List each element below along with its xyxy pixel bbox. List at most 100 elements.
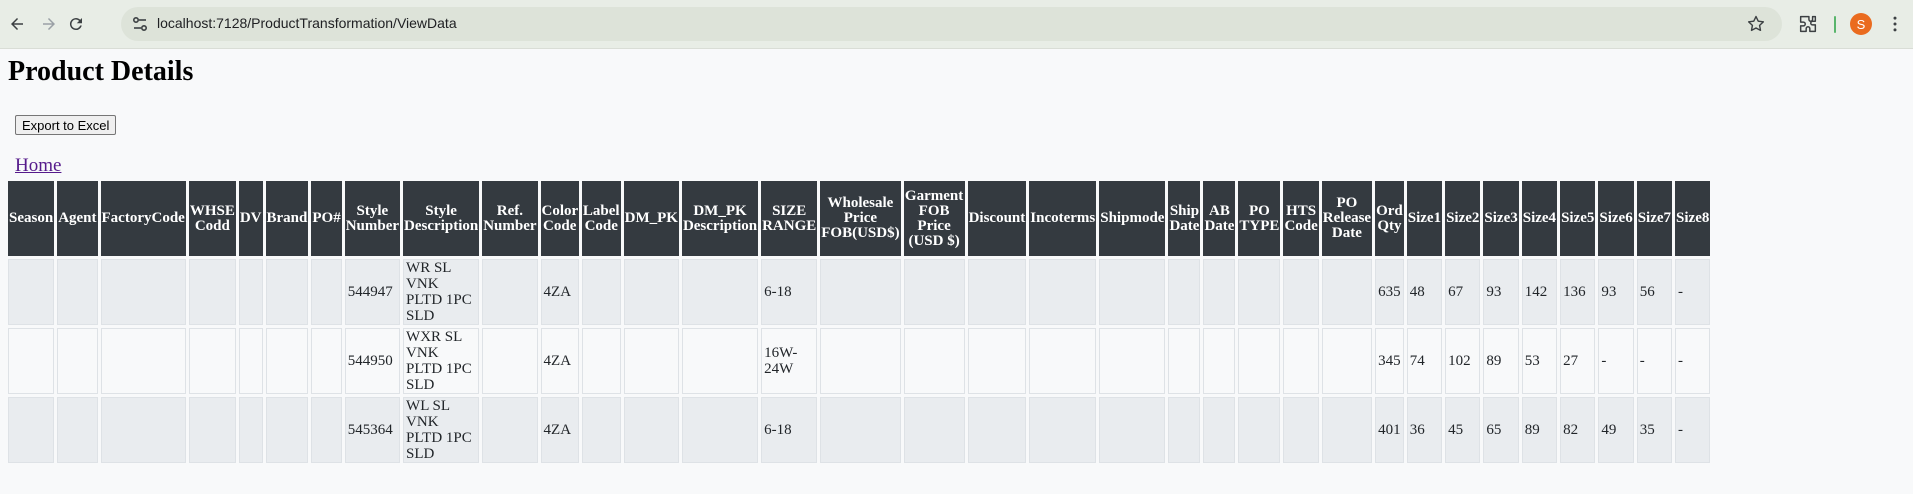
table-cell: 345 <box>1375 328 1404 394</box>
bookmark-star-icon[interactable] <box>1746 14 1766 34</box>
table-cell <box>1203 328 1236 394</box>
table-cell <box>623 328 679 394</box>
table-cell <box>1283 328 1319 394</box>
column-header: PO Release Date <box>1321 181 1373 256</box>
table-cell <box>311 397 342 463</box>
table-cell <box>482 328 538 394</box>
table-cell <box>8 259 55 325</box>
column-header: Discount <box>967 181 1027 256</box>
table-cell: 53 <box>1521 328 1558 394</box>
table-cell: 401 <box>1375 397 1404 463</box>
site-info-icon[interactable] <box>131 15 149 33</box>
table-cell <box>903 397 965 463</box>
export-to-excel-button[interactable]: Export to Excel <box>15 115 117 135</box>
table-cell <box>265 328 309 394</box>
column-header: Incoterms <box>1029 181 1097 256</box>
table-cell <box>100 328 186 394</box>
table-cell: 545364 <box>344 397 401 463</box>
column-header: Size3 <box>1483 181 1519 256</box>
table-cell: 65 <box>1483 397 1519 463</box>
table-cell: 4ZA <box>540 328 579 394</box>
table-cell: 16W-24W <box>761 328 818 394</box>
table-cell: 102 <box>1445 328 1481 394</box>
column-header: Style Description <box>403 181 480 256</box>
table-cell: 49 <box>1598 397 1634 463</box>
table-cell <box>1099 328 1166 394</box>
table-cell <box>482 397 538 463</box>
table-cell <box>238 259 263 325</box>
table-cell <box>8 328 55 394</box>
table-cell: 45 <box>1445 397 1481 463</box>
table-cell <box>311 259 342 325</box>
table-cell: 35 <box>1636 397 1673 463</box>
table-cell <box>100 259 186 325</box>
table-cell <box>967 259 1027 325</box>
column-header: Size2 <box>1445 181 1481 256</box>
kebab-menu-icon[interactable] <box>1884 13 1906 35</box>
table-cell <box>188 259 236 325</box>
page-title: Product Details <box>8 56 194 87</box>
forward-arrow-icon[interactable] <box>37 12 61 36</box>
url-text[interactable]: localhost:7128/ProductTransformation/Vie… <box>157 15 457 31</box>
table-row: 544947 WR SL VNK PLTD 1PC SLD 4ZA 6-18 635 48… <box>8 259 1711 325</box>
column-header: DM_PK <box>623 181 679 256</box>
address-bar[interactable]: localhost:7128/ProductTransformation/Vie… <box>121 7 1782 41</box>
table-cell <box>265 259 309 325</box>
table-cell: 544947 <box>344 259 401 325</box>
table-cell: 4ZA <box>540 397 579 463</box>
table-cell: 6-18 <box>761 397 818 463</box>
table-cell: 82 <box>1560 397 1596 463</box>
table-cell <box>188 328 236 394</box>
table-cell: 6-18 <box>761 259 818 325</box>
table-cell: - <box>1636 328 1673 394</box>
table-body: 544947 WR SL VNK PLTD 1PC SLD 4ZA 6-18 635 48… <box>8 259 1711 463</box>
table-cell: - <box>1675 397 1711 463</box>
table-cell <box>1321 259 1373 325</box>
table-cell: WL SL VNK PLTD 1PC SLD <box>403 397 480 463</box>
column-header: FactoryCode <box>100 181 186 256</box>
column-header: Size5 <box>1560 181 1596 256</box>
table-cell <box>1238 397 1281 463</box>
table-cell: 67 <box>1445 259 1481 325</box>
table-cell <box>903 259 965 325</box>
table-cell: 74 <box>1406 328 1443 394</box>
column-header: SIZE RANGE <box>761 181 818 256</box>
table-cell <box>100 397 186 463</box>
page-content: Product Details Export to Excel Home Sea… <box>0 48 1913 494</box>
column-header: Ref. Number <box>482 181 538 256</box>
toolbar-divider <box>1834 16 1836 33</box>
column-header: PO TYPE <box>1238 181 1281 256</box>
column-header: Ord Qty <box>1375 181 1404 256</box>
table-cell: 48 <box>1406 259 1443 325</box>
table-cell <box>820 397 901 463</box>
product-details-table: Season Agent FactoryCode WHSE Codd DV Brand PO… <box>5 178 1713 466</box>
table-cell <box>623 397 679 463</box>
table-cell <box>482 259 538 325</box>
table-cell: 89 <box>1521 397 1558 463</box>
table-cell <box>967 328 1027 394</box>
home-link[interactable]: Home <box>15 155 61 177</box>
table-cell <box>581 397 621 463</box>
table-cell <box>623 259 679 325</box>
column-header: Size4 <box>1521 181 1558 256</box>
extensions-icon[interactable] <box>1797 13 1819 35</box>
reload-icon[interactable] <box>64 12 88 36</box>
column-header: Shipmode <box>1099 181 1166 256</box>
table-cell <box>1321 328 1373 394</box>
back-arrow-icon[interactable] <box>5 12 29 36</box>
table-cell <box>57 328 98 394</box>
column-header: DM_PK Description <box>681 181 759 256</box>
column-header: DV <box>238 181 263 256</box>
profile-avatar[interactable]: S <box>1850 13 1872 35</box>
table-cell <box>681 397 759 463</box>
table-cell <box>1238 259 1281 325</box>
table-header-row: Season Agent FactoryCode WHSE Codd DV Brand PO… <box>8 181 1711 256</box>
column-header: Label Code <box>581 181 621 256</box>
table-cell <box>238 328 263 394</box>
column-header: Size6 <box>1598 181 1634 256</box>
table-cell: - <box>1598 328 1634 394</box>
table-cell: 89 <box>1483 328 1519 394</box>
table-cell: 56 <box>1636 259 1673 325</box>
table-cell: 4ZA <box>540 259 579 325</box>
table-cell <box>188 397 236 463</box>
